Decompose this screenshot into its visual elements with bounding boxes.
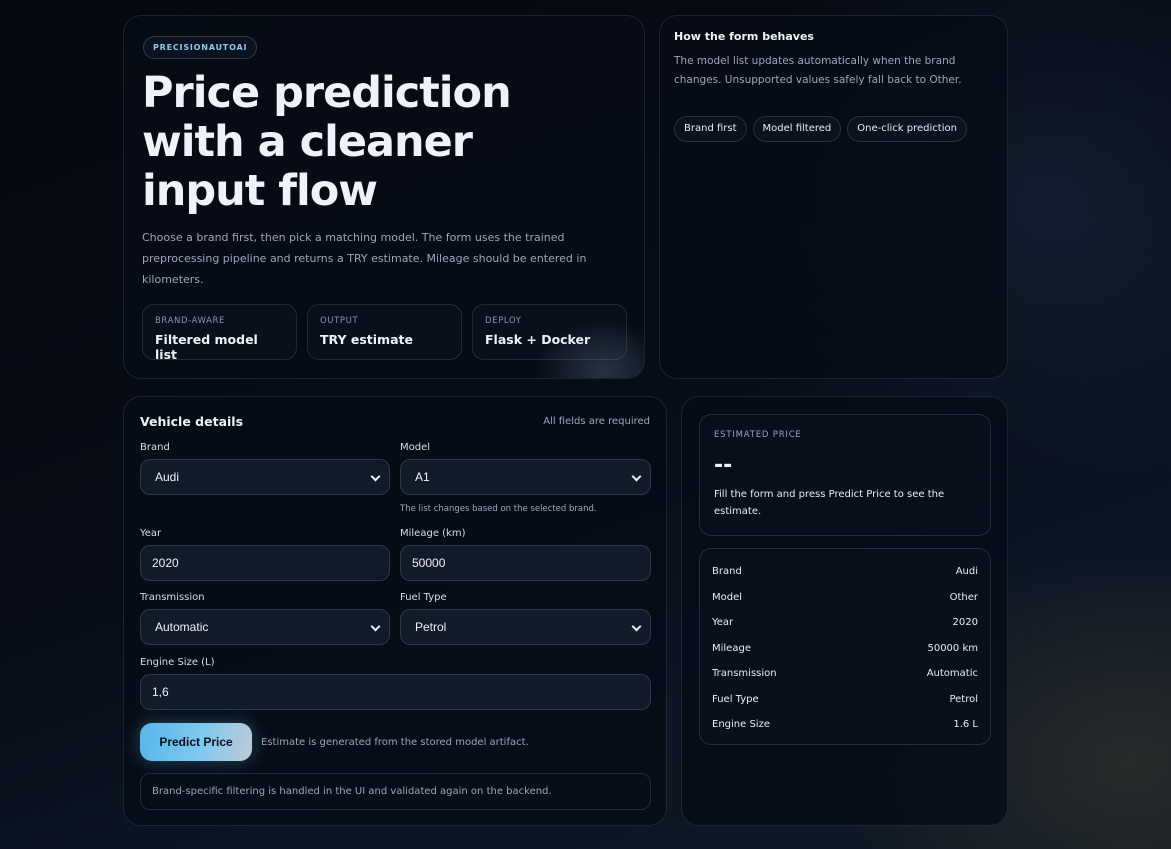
summary-value: Petrol: [949, 693, 978, 705]
predict-note: Estimate is generated from the stored mo…: [261, 737, 529, 748]
summary-value: 1.6 L: [953, 719, 978, 731]
chip-brand-first: Brand first: [674, 116, 747, 142]
summary-key: Engine Size: [712, 719, 770, 731]
year-label: Year: [140, 528, 162, 539]
engine-label: Engine Size (L): [140, 657, 215, 668]
chevron-down-icon: [631, 621, 642, 632]
mileage-input[interactable]: 50000: [400, 545, 651, 581]
summary-row: Model Other: [712, 585, 978, 611]
summary-key: Mileage: [712, 642, 751, 654]
stat-deploy: DEPLOY Flask + Docker: [472, 304, 627, 360]
brand-select-value: Audi: [155, 470, 180, 484]
info-card: How the form behaves The model list upda…: [659, 15, 1008, 379]
chevron-down-icon: [631, 471, 642, 482]
fuel-select[interactable]: Petrol: [400, 609, 651, 645]
chevron-down-icon: [370, 471, 381, 482]
stat-key: OUTPUT: [320, 316, 359, 326]
required-note: All fields are required: [543, 416, 650, 427]
summary-key: Brand: [712, 566, 742, 578]
hero-description: Choose a brand first, then pick a matchi…: [142, 231, 587, 286]
model-label: Model: [400, 442, 431, 453]
engine-size-input[interactable]: 1,6: [140, 674, 651, 710]
estimate-value: --: [714, 453, 733, 478]
transmission-select[interactable]: Automatic: [140, 609, 390, 645]
transmission-select-value: Automatic: [155, 620, 209, 634]
predict-price-button[interactable]: Predict Price: [140, 723, 252, 761]
brand-select[interactable]: Audi: [140, 459, 390, 495]
summary-key: Transmission: [712, 668, 777, 680]
stat-output: OUTPUT TRY estimate: [307, 304, 462, 360]
summary-key: Fuel Type: [712, 693, 759, 705]
info-description: The model list updates automatically whe…: [674, 55, 962, 86]
summary-key: Year: [712, 617, 734, 629]
summary-value: 2020: [952, 617, 978, 629]
summary-row: Fuel Type Petrol: [712, 687, 978, 713]
stat-value: Flask + Docker: [485, 332, 591, 347]
brand-badge: PRECISIONAUTOAI: [143, 36, 258, 59]
year-input[interactable]: 2020: [140, 545, 390, 581]
fuel-select-value: Petrol: [415, 620, 447, 634]
page-title: Price prediction with a cleaner input fl…: [142, 68, 512, 216]
stat-brand-aware: BRAND-AWARE Filtered model list: [142, 304, 297, 362]
summary-row: Brand Audi: [712, 559, 978, 585]
transmission-label: Transmission: [140, 592, 205, 603]
summary-row: Engine Size 1.6 L: [712, 712, 978, 738]
result-card: ESTIMATED PRICE -- Fill the form and pre…: [681, 396, 1008, 826]
model-select[interactable]: A1: [400, 459, 651, 495]
mileage-label: Mileage (km): [400, 528, 466, 539]
feature-chips: Brand first Model filtered One-click pre…: [674, 116, 967, 142]
chevron-down-icon: [370, 621, 381, 632]
estimate-label: ESTIMATED PRICE: [714, 430, 802, 440]
stat-key: DEPLOY: [485, 316, 522, 326]
chip-one-click: One-click prediction: [847, 116, 967, 142]
form-title: Vehicle details: [140, 414, 244, 429]
summary-row: Year 2020: [712, 610, 978, 636]
summary-value: Other: [949, 591, 978, 603]
summary-list: Brand Audi Model Other Year 2020 Mileage 500…: [699, 548, 991, 745]
summary-row: Transmission Automatic: [712, 661, 978, 687]
footer-note: Brand-specific filtering is handled in t…: [140, 773, 651, 810]
fuel-label: Fuel Type: [400, 592, 447, 603]
estimate-box: ESTIMATED PRICE -- Fill the form and pre…: [699, 414, 991, 536]
model-hint: The list changes based on the selected b…: [400, 504, 597, 514]
info-title: How the form behaves: [674, 30, 814, 43]
stat-key: BRAND-AWARE: [155, 316, 225, 326]
summary-row: Mileage 50000 km: [712, 636, 978, 662]
brand-label: Brand: [140, 442, 170, 453]
stat-value: TRY estimate: [320, 332, 413, 347]
stat-value: Filtered model list: [155, 332, 258, 362]
chip-model-filtered: Model filtered: [752, 116, 842, 142]
summary-value: Audi: [955, 566, 978, 578]
summary-value: 50000 km: [927, 642, 978, 654]
model-select-value: A1: [415, 470, 430, 484]
estimate-description: Fill the form and press Predict Price to…: [714, 489, 945, 517]
vehicle-form: Vehicle details All fields are required …: [123, 396, 667, 826]
hero-card: PRECISIONAUTOAI Price prediction with a …: [123, 15, 645, 379]
summary-value: Automatic: [926, 668, 978, 680]
summary-key: Model: [712, 591, 743, 603]
